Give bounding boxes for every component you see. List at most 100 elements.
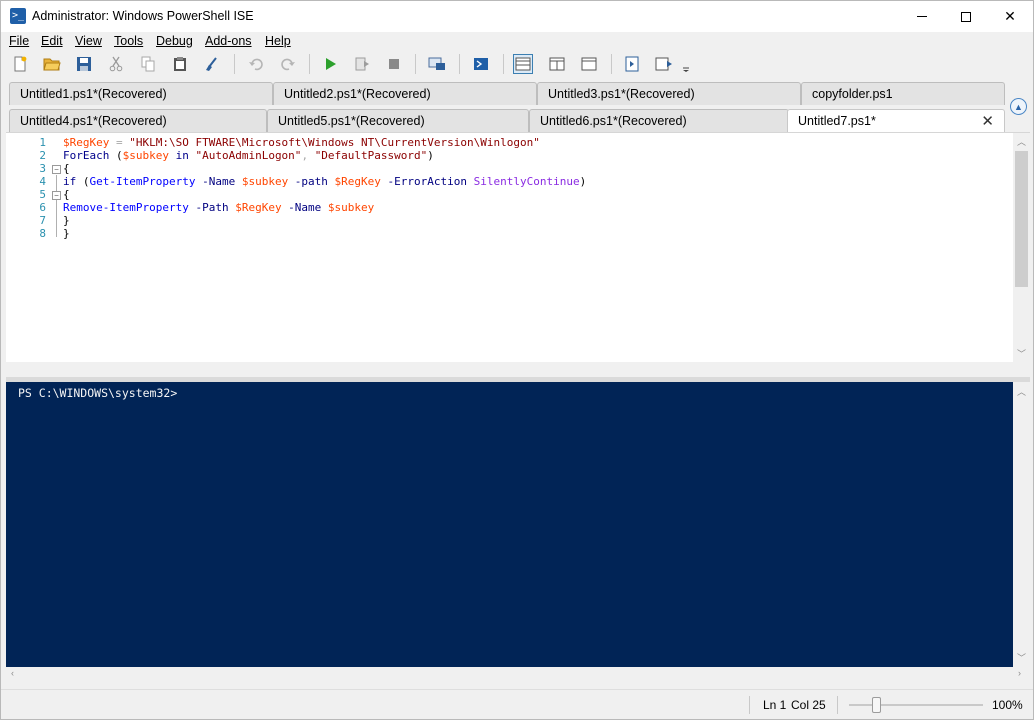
redo-button[interactable] — [278, 54, 298, 74]
tab-untitled7[interactable]: Untitled7.ps1* ✕ — [787, 109, 1005, 133]
open-folder-icon — [43, 58, 61, 71]
console-vertical-scrollbar[interactable]: ︿ ﹀ — [1013, 382, 1030, 667]
tab-untitled6[interactable]: Untitled6.ps1*(Recovered) — [529, 109, 789, 132]
column-indicator: Col 25 — [791, 698, 826, 712]
menu-file-label: File — [9, 34, 30, 48]
clear-icon — [206, 57, 217, 71]
stop-button[interactable] — [384, 54, 404, 74]
show-script-pane-button[interactable] — [622, 54, 642, 74]
maximize-button[interactable] — [943, 1, 989, 32]
tab-untitled3[interactable]: Untitled3.ps1*(Recovered) — [537, 82, 801, 105]
fold-toggle-icon[interactable]: − — [52, 191, 61, 200]
cut-icon — [109, 56, 123, 72]
close-tab-icon[interactable]: ✕ — [981, 110, 994, 133]
menu-file[interactable]: File — [9, 34, 29, 48]
code-line-7: } — [63, 214, 586, 227]
menu-view-label: View — [75, 34, 102, 48]
status-separator — [749, 696, 750, 714]
token-group: ) — [579, 175, 587, 188]
layout-script-maximized-button[interactable] — [579, 54, 599, 74]
zoom-slider-track[interactable] — [849, 704, 983, 706]
menu-edit[interactable]: Edit — [41, 34, 63, 48]
tab-untitled2[interactable]: Untitled2.ps1*(Recovered) — [273, 82, 537, 105]
layout-script-right-button[interactable] — [547, 54, 567, 74]
code-line-1: $RegKey = "HKLM:\SO FTWARE\Microsoft\Win… — [63, 136, 586, 149]
tab-label: Untitled7.ps1* — [798, 114, 876, 128]
code-line-2: ForEach ($subkey in "AutoAdminLogon", "D… — [63, 149, 586, 162]
show-command-addon-button[interactable] — [654, 54, 674, 74]
menu-help[interactable]: Help — [265, 34, 291, 48]
layout-script-top-button[interactable] — [513, 54, 533, 74]
tab-label: copyfolder.ps1 — [812, 87, 893, 101]
script-editor[interactable]: 1 2 3 4 5 6 7 8 − − $RegKey = "HKLM:\SO … — [6, 132, 1030, 363]
new-file-button[interactable] — [10, 54, 30, 74]
menu-edit-label: Edit — [41, 34, 63, 48]
new-remote-tab-button[interactable] — [427, 54, 447, 74]
menu-help-label: Help — [265, 34, 291, 48]
menu-debug[interactable]: Debug — [156, 34, 193, 48]
start-powershell-button[interactable] — [471, 54, 491, 74]
tab-untitled4[interactable]: Untitled4.ps1*(Recovered) — [9, 109, 267, 132]
run-script-icon — [326, 58, 336, 70]
token-group: } — [63, 214, 70, 227]
console-prompt: PS C:\WINDOWS\system32> — [18, 386, 178, 400]
menu-tools[interactable]: Tools — [114, 34, 143, 48]
scroll-down-icon[interactable]: ﹀ — [1017, 651, 1026, 664]
editor-vertical-scrollbar[interactable]: ︿ ﹀ — [1013, 133, 1030, 363]
open-file-button[interactable] — [42, 54, 62, 74]
tab-label: Untitled5.ps1*(Recovered) — [278, 114, 425, 128]
undo-button[interactable] — [246, 54, 266, 74]
show-command-addon-icon — [655, 57, 672, 71]
paste-icon — [174, 57, 186, 71]
tab-untitled1[interactable]: Untitled1.ps1*(Recovered) — [9, 82, 273, 105]
line-number: 8 — [39, 227, 46, 240]
menu-view[interactable]: View — [75, 34, 102, 48]
save-button[interactable] — [74, 54, 94, 74]
paste-button[interactable] — [170, 54, 190, 74]
token-operator: , — [301, 149, 315, 162]
copy-button[interactable] — [138, 54, 158, 74]
zoom-slider-thumb[interactable] — [872, 697, 881, 713]
toolbar-overflow-icon — [683, 67, 689, 72]
run-script-button[interactable] — [320, 54, 340, 74]
collapse-script-pane-button[interactable]: ▲ — [1010, 98, 1027, 115]
fold-guide — [56, 175, 57, 237]
minimize-button[interactable] — [899, 1, 945, 32]
scroll-up-icon[interactable]: ︿ — [1017, 385, 1026, 398]
token-group: ) — [427, 149, 434, 162]
token-variable: $subkey — [327, 201, 375, 214]
console-pane[interactable]: PS C:\WINDOWS\system32> — [6, 382, 1013, 667]
title-bar[interactable]: >_ Administrator: Windows PowerShell ISE… — [1, 1, 1033, 32]
scroll-up-icon[interactable]: ︿ — [1017, 135, 1026, 148]
line-number: 1 — [39, 136, 46, 149]
scroll-left-icon[interactable]: ‹ — [11, 668, 14, 678]
close-window-button[interactable]: ✕ — [987, 1, 1033, 32]
fold-toggle-icon[interactable]: − — [52, 165, 61, 174]
script-tabs-row-1: Untitled1.ps1*(Recovered) Untitled2.ps1*… — [1, 82, 1007, 106]
menu-tools-label: Tools — [114, 34, 144, 48]
new-file-icon — [14, 56, 27, 72]
toolbar-separator — [459, 54, 460, 74]
console-horizontal-scrollbar[interactable]: ‹ › — [6, 667, 1030, 682]
run-selection-button[interactable] — [352, 54, 372, 74]
token-group: ( — [109, 149, 123, 162]
tab-untitled5[interactable]: Untitled5.ps1*(Recovered) — [267, 109, 529, 132]
scroll-right-icon[interactable]: › — [1018, 668, 1021, 678]
menu-debug-label: Debug — [156, 34, 193, 48]
tab-copyfolder[interactable]: copyfolder.ps1 — [801, 82, 1005, 105]
tab-label: Untitled1.ps1*(Recovered) — [20, 87, 167, 101]
cut-button[interactable] — [106, 54, 126, 74]
toolbar-overflow-button[interactable] — [680, 54, 692, 74]
code-line-4: if (Get-ItemProperty -Name $subkey -path… — [63, 175, 586, 188]
editor-horizontal-scrollbar[interactable] — [6, 362, 1030, 377]
token-variable: $RegKey — [334, 175, 381, 188]
menu-add-ons[interactable]: Add-ons — [205, 34, 252, 48]
scroll-down-icon[interactable]: ﹀ — [1017, 347, 1026, 360]
clear-console-button[interactable] — [202, 54, 222, 74]
line-number: 7 — [39, 214, 46, 227]
stop-icon — [389, 59, 399, 69]
start-powershell-icon — [474, 58, 488, 70]
code-area[interactable]: $RegKey = "HKLM:\SO FTWARE\Microsoft\Win… — [63, 136, 586, 240]
editor-scroll-thumb[interactable] — [1015, 151, 1028, 287]
token-string: "HKLM:\SO FTWARE\Microsoft\Windows NT\Cu… — [129, 136, 540, 149]
